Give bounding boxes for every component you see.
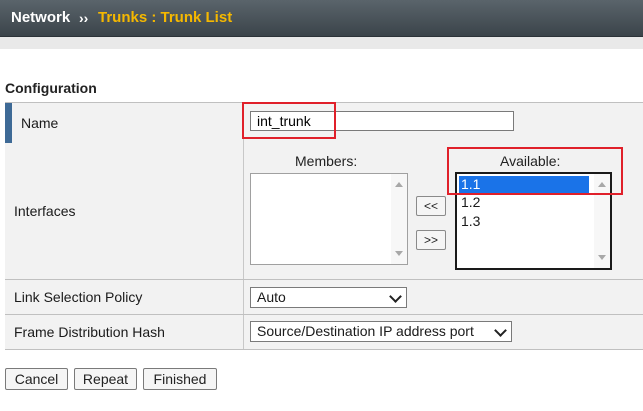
- interfaces-label: Interfaces: [14, 203, 76, 219]
- breadcrumb-trunk-list[interactable]: Trunks : Trunk List: [98, 0, 232, 36]
- name-label-cell: Name: [5, 103, 244, 143]
- available-item[interactable]: 1.3: [459, 213, 589, 230]
- scroll-up-icon[interactable]: [395, 182, 403, 187]
- link-selection-select[interactable]: Auto: [250, 287, 407, 308]
- remove-from-members-button[interactable]: >>: [416, 230, 446, 250]
- repeat-button[interactable]: Repeat: [74, 368, 137, 390]
- breadcrumb-separator: ››: [79, 10, 89, 26]
- interfaces-label-cell: Interfaces: [5, 143, 244, 279]
- members-title: Members:: [295, 153, 358, 169]
- top-header: Network ›› Trunks : Trunk List: [0, 0, 643, 37]
- frame-hash-value: Source/Destination IP address port: [257, 323, 474, 339]
- cancel-button[interactable]: Cancel: [5, 368, 68, 390]
- link-selection-label: Link Selection Policy: [14, 289, 143, 305]
- breadcrumb-network[interactable]: Network: [11, 0, 70, 36]
- members-listbox[interactable]: [250, 173, 408, 265]
- chevron-down-icon: [389, 290, 402, 303]
- available-highlight-box: [447, 147, 623, 195]
- link-selection-value: Auto: [257, 289, 286, 305]
- name-highlight-box: [242, 102, 336, 139]
- link-selection-label-cell: Link Selection Policy: [5, 280, 244, 314]
- section-title: Configuration: [5, 80, 97, 96]
- scroll-down-icon[interactable]: [395, 251, 403, 256]
- add-to-members-button[interactable]: <<: [416, 196, 446, 216]
- scroll-down-icon[interactable]: [598, 255, 606, 260]
- frame-hash-label-cell: Frame Distribution Hash: [5, 315, 244, 349]
- header-strip: [0, 37, 643, 49]
- name-label: Name: [21, 115, 59, 131]
- chevron-down-icon: [494, 324, 507, 337]
- frame-hash-label: Frame Distribution Hash: [14, 324, 165, 340]
- members-scrollbar[interactable]: [391, 174, 407, 264]
- available-item[interactable]: 1.2: [459, 194, 589, 211]
- frame-hash-select[interactable]: Source/Destination IP address port: [250, 321, 512, 342]
- finished-button[interactable]: Finished: [143, 368, 217, 390]
